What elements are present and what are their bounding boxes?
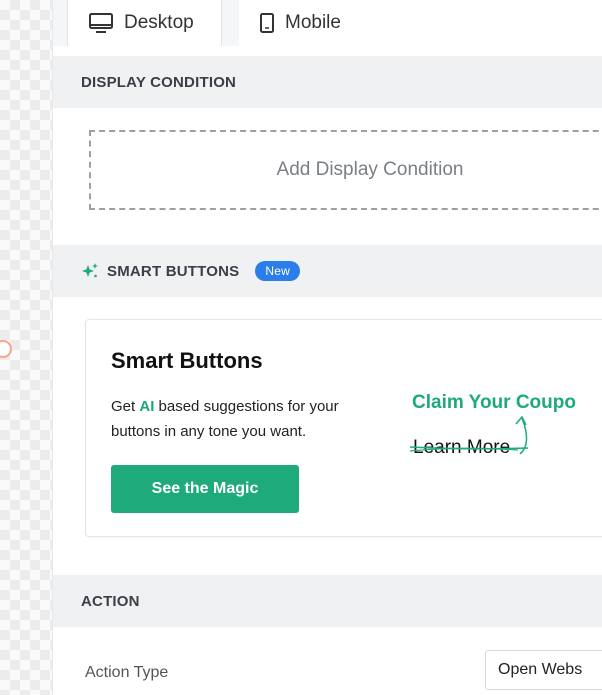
- new-badge: New: [255, 261, 300, 281]
- smart-buttons-card: Smart Buttons Get AI based suggestions f…: [85, 319, 602, 537]
- card-text-prefix: Get: [111, 398, 140, 415]
- card-text-ai: AI: [139, 398, 155, 415]
- tab-gap: [222, 0, 239, 46]
- monitor-icon: [88, 12, 114, 34]
- action-title: ACTION: [81, 592, 140, 610]
- settings-panel: Desktop Mobile DISPLAY CONDITION Add Dis…: [52, 0, 602, 695]
- smart-buttons-title: SMART BUTTONS: [107, 262, 240, 280]
- smart-buttons-header: SMART BUTTONS New: [53, 245, 602, 297]
- card-title: Smart Buttons: [111, 348, 263, 373]
- add-display-condition-label: Add Display Condition: [276, 159, 464, 180]
- display-condition-header: DISPLAY CONDITION: [53, 56, 602, 108]
- phone-icon: [259, 12, 275, 34]
- action-type-label: Action Type: [85, 664, 169, 681]
- action-header: ACTION: [53, 575, 602, 627]
- device-tabs: Desktop Mobile: [53, 0, 602, 46]
- add-display-condition-button[interactable]: Add Display Condition: [89, 130, 602, 210]
- display-condition-title: DISPLAY CONDITION: [81, 73, 237, 91]
- see-the-magic-button[interactable]: See the Magic: [111, 465, 299, 513]
- preview-claim-button: Claim Your Coupo: [412, 392, 576, 413]
- tab-desktop-label: Desktop: [124, 12, 194, 33]
- tab-mobile[interactable]: Mobile: [239, 0, 602, 46]
- action-type-select[interactable]: Open Webs: [485, 650, 602, 690]
- card-description: Get AI based suggestions for your button…: [111, 394, 381, 444]
- tab-mobile-label: Mobile: [285, 12, 341, 33]
- tab-desktop[interactable]: Desktop: [67, 0, 222, 46]
- sparkle-icon: [81, 262, 99, 280]
- transform-arrow-icon: [409, 415, 529, 455]
